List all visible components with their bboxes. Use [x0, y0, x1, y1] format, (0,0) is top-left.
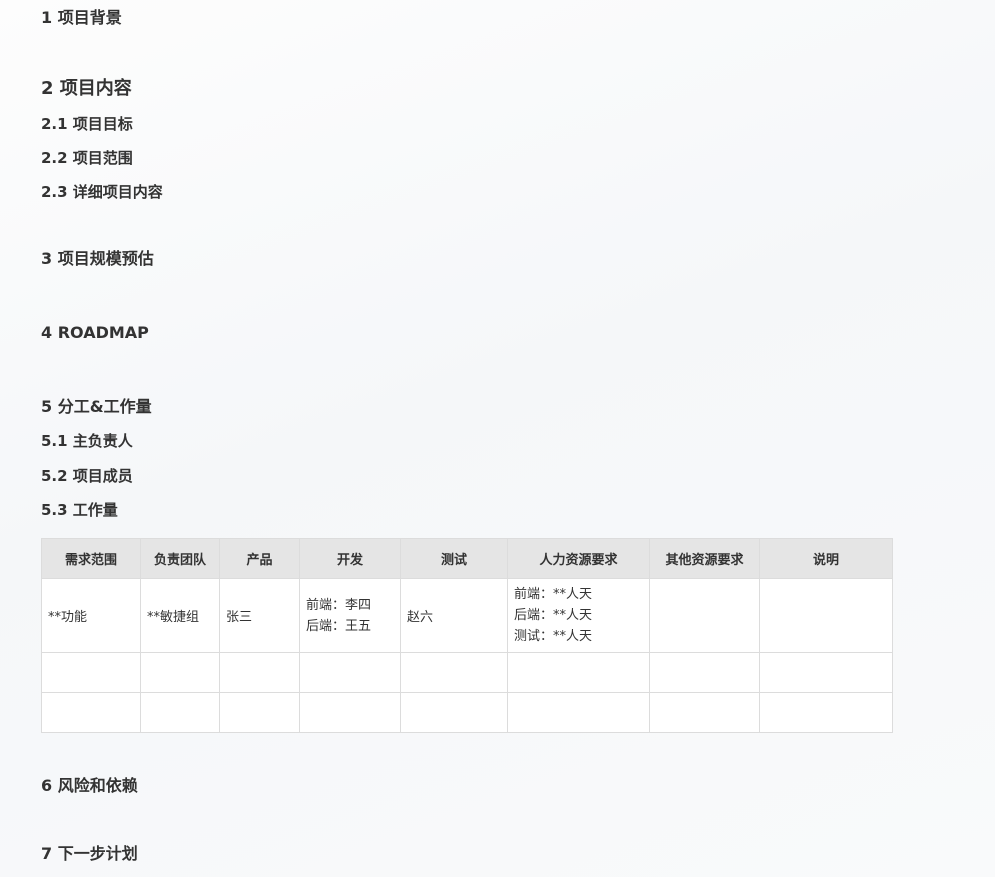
hr-backend: 后端：**人天 — [514, 608, 593, 623]
heading-project-content: 2 项目内容 — [41, 78, 132, 99]
heading-workload: 5.3 工作量 — [41, 501, 118, 519]
column-header-team: 负责团队 — [140, 538, 220, 579]
column-header-hr: 人力资源要求 — [507, 538, 650, 579]
column-header-dev: 开发 — [299, 538, 401, 579]
heading-project-scope: 2.2 项目范围 — [41, 149, 133, 167]
heading-project-background: 1 项目背景 — [41, 8, 122, 27]
heading-next-steps: 7 下一步计划 — [41, 844, 138, 863]
heading-risks-dependencies: 6 风险和依赖 — [41, 776, 138, 795]
table-row: **功能 **敏捷组 张三 前端：李四 后端：王五 赵六 前端：**人天 后端：… — [41, 578, 893, 653]
cell-empty[interactable] — [299, 692, 401, 733]
heading-detailed-content: 2.3 详细项目内容 — [41, 183, 163, 201]
column-header-product: 产品 — [219, 538, 300, 579]
heading-project-goal: 2.1 项目目标 — [41, 115, 133, 133]
cell-empty[interactable] — [299, 652, 401, 693]
cell-empty[interactable] — [400, 652, 508, 693]
cell-team[interactable]: **敏捷组 — [140, 578, 220, 653]
hr-test: 测试：**人天 — [514, 629, 593, 644]
cell-empty[interactable] — [507, 692, 650, 733]
cell-other-resources[interactable] — [649, 578, 760, 653]
cell-dev[interactable]: 前端：李四 后端：王五 — [299, 578, 401, 653]
cell-empty[interactable] — [649, 652, 760, 693]
table-row — [41, 652, 893, 693]
table-row — [41, 692, 893, 733]
cell-test[interactable]: 赵六 — [400, 578, 508, 653]
heading-division-workload: 5 分工&工作量 — [41, 397, 152, 416]
cell-empty[interactable] — [507, 652, 650, 693]
cell-notes[interactable] — [759, 578, 893, 653]
cell-empty[interactable] — [41, 652, 141, 693]
cell-product[interactable]: 张三 — [219, 578, 300, 653]
cell-empty[interactable] — [649, 692, 760, 733]
cell-empty[interactable] — [140, 692, 220, 733]
column-header-test: 测试 — [400, 538, 508, 579]
heading-project-members: 5.2 项目成员 — [41, 467, 133, 485]
cell-empty[interactable] — [140, 652, 220, 693]
cell-empty[interactable] — [759, 652, 893, 693]
column-header-scope: 需求范围 — [41, 538, 141, 579]
cell-empty[interactable] — [400, 692, 508, 733]
column-header-other-resources: 其他资源要求 — [649, 538, 760, 579]
hr-frontend: 前端：**人天 — [514, 587, 593, 602]
heading-roadmap: 4 ROADMAP — [41, 323, 149, 342]
cell-empty[interactable] — [219, 692, 300, 733]
dev-frontend: 前端：李四 — [306, 597, 372, 613]
cell-empty[interactable] — [41, 692, 141, 733]
cell-empty[interactable] — [219, 652, 300, 693]
heading-main-owner: 5.1 主负责人 — [41, 432, 133, 450]
heading-scale-estimate: 3 项目规模预估 — [41, 249, 154, 268]
cell-empty[interactable] — [759, 692, 893, 733]
column-header-notes: 说明 — [759, 538, 893, 579]
cell-scope[interactable]: **功能 — [41, 578, 141, 653]
workload-table: 需求范围 负责团队 产品 开发 测试 人力资源要求 其他资源要求 说明 **功能… — [41, 538, 893, 733]
dev-backend: 后端：王五 — [306, 618, 372, 634]
table-header-row: 需求范围 负责团队 产品 开发 测试 人力资源要求 其他资源要求 说明 — [41, 538, 893, 579]
document-page: 1 项目背景 2 项目内容 2.1 项目目标 2.2 项目范围 2.3 详细项目… — [0, 0, 995, 877]
cell-hr[interactable]: 前端：**人天 后端：**人天 测试：**人天 — [507, 578, 650, 653]
